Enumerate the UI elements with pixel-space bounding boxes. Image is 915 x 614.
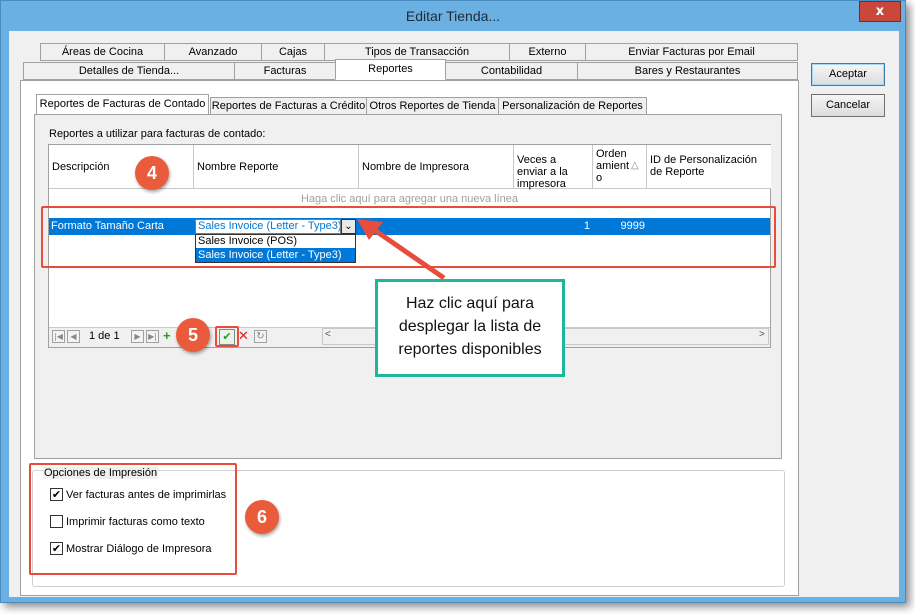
cancel-button[interactable]: Cancelar (811, 94, 885, 117)
step-badge-4: 4 (135, 156, 169, 190)
tab-cajas[interactable]: Cajas (261, 43, 325, 61)
tab-bares-restaurantes[interactable]: Bares y Restaurantes (577, 62, 798, 80)
tab-enviar-facturas-email[interactable]: Enviar Facturas por Email (585, 43, 798, 61)
col-header-orden[interactable]: Orden amient o △ (593, 145, 647, 189)
sort-ascending-icon: △ (631, 160, 639, 171)
subtab-facturas-credito[interactable]: Reportes de Facturas a Crédito (210, 97, 367, 115)
next-page-icon[interactable]: ▶ (131, 330, 144, 343)
last-page-icon[interactable]: ▶| (146, 330, 159, 343)
callout-arrow-icon (357, 219, 446, 281)
subtab-otros-reportes[interactable]: Otros Reportes de Tienda (366, 97, 499, 115)
accept-button[interactable]: Aceptar (811, 63, 885, 86)
callout-box: Haz clic aquí para desplegar la lista de… (375, 279, 565, 377)
tab-contabilidad[interactable]: Contabilidad (445, 62, 578, 80)
close-button[interactable]: x (859, 1, 901, 22)
prev-page-icon[interactable]: ◀ (67, 330, 80, 343)
step-badge-6: 6 (245, 500, 279, 534)
dialog-client: Áreas de Cocina Avanzado Cajas Tipos de … (9, 31, 899, 597)
pager-text: 1 de 1 (89, 330, 120, 342)
col-header-impresora[interactable]: Nombre de Impresora (359, 145, 514, 189)
tab-facturas[interactable]: Facturas (234, 62, 336, 80)
col-header-descripcion[interactable]: Descripción (49, 145, 194, 189)
first-page-icon[interactable]: |◀ (52, 330, 65, 343)
refresh-icon[interactable]: ↻ (254, 330, 267, 343)
section-label: Reportes a utilizar para facturas de con… (49, 128, 266, 140)
col-header-orden-label: Orden amient o (596, 148, 630, 184)
tab-externo[interactable]: Externo (509, 43, 586, 61)
subtab-personalizacion[interactable]: Personalización de Reportes (498, 97, 647, 115)
col-header-veces[interactable]: Veces a enviar a la impresora (514, 145, 593, 190)
scroll-right-icon[interactable]: > (759, 329, 765, 340)
dialog-window: Editar Tienda... x Áreas de Cocina Avanz… (0, 0, 906, 603)
add-icon[interactable]: + (163, 328, 171, 343)
annotation-highlight-print-options (29, 463, 237, 575)
col-header-id-personalizacion[interactable]: ID de Personalización de Reporte (647, 145, 771, 189)
tab-avanzado[interactable]: Avanzado (164, 43, 262, 61)
step-badge-5: 5 (176, 318, 210, 352)
add-row-hint[interactable]: Haga clic aquí para agregar una nueva lí… (49, 193, 770, 205)
scroll-left-icon[interactable]: < (325, 329, 331, 340)
col-header-nombre-reporte[interactable]: Nombre Reporte (194, 145, 359, 189)
tab-detalles-tienda[interactable]: Detalles de Tienda... (23, 62, 235, 80)
tab-areas-cocina[interactable]: Áreas de Cocina (40, 43, 165, 61)
annotation-highlight-save (215, 326, 239, 347)
cancel-x-icon[interactable]: ✕ (238, 329, 249, 344)
subtab-facturas-contado[interactable]: Reportes de Facturas de Contado (36, 94, 209, 115)
window-title: Editar Tienda... (405, 8, 501, 24)
tab-reportes[interactable]: Reportes (335, 59, 446, 80)
title-bar[interactable]: Editar Tienda... x (1, 1, 905, 31)
